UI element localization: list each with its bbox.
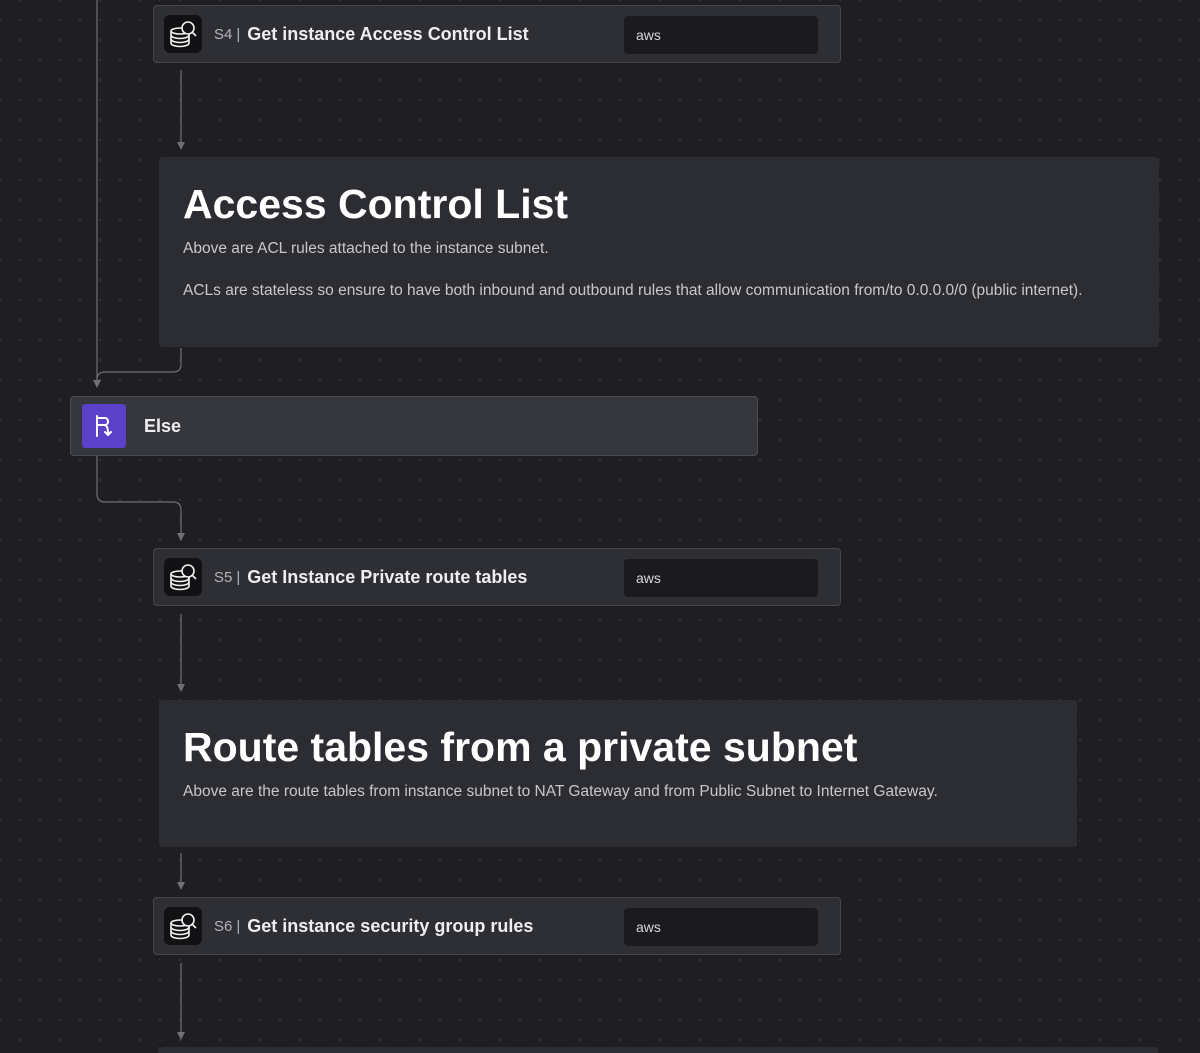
database-search-icon: [164, 558, 202, 596]
step-number: S6: [214, 917, 233, 935]
step-node-s5[interactable]: S5 | Get Instance Private route tables a…: [153, 548, 841, 606]
step-title: Get instance security group rules: [247, 915, 534, 936]
step-number: S5: [214, 568, 233, 586]
database-search-icon: [164, 907, 202, 945]
note-paragraph: Above are the route tables from instance…: [183, 783, 938, 800]
integration-tag[interactable]: aws: [624, 559, 818, 597]
step-title: Get Instance Private route tables: [247, 566, 528, 587]
branch-label: Else: [144, 415, 182, 436]
note-paragraph: Above are ACL rules attached to the inst…: [183, 240, 549, 257]
integration-tag[interactable]: aws: [624, 16, 818, 54]
note-card-route-tables[interactable]: Route tables from a private subnet Above…: [159, 700, 1077, 847]
connector-acl-note-to-else: [96, 348, 182, 381]
next-node-partial[interactable]: [158, 1047, 1158, 1053]
branch-icon: [82, 404, 126, 448]
note-heading: Access Control List: [183, 181, 569, 227]
else-branch-node[interactable]: Else: [70, 396, 758, 456]
note-card-acl[interactable]: Access Control List Above are ACL rules …: [159, 157, 1159, 347]
integration-tag[interactable]: aws: [624, 908, 818, 946]
step-node-s4[interactable]: S4 | Get instance Access Control List aw…: [153, 5, 841, 63]
step-separator: |: [236, 25, 241, 43]
step-number: S4: [214, 25, 233, 43]
note-paragraph: ACLs are stateless so ensure to have bot…: [183, 282, 1083, 299]
connector-else-to-s5: [96, 456, 185, 541]
step-node-s6[interactable]: S6 | Get instance security group rules a…: [153, 897, 841, 955]
note-heading: Route tables from a private subnet: [183, 724, 858, 770]
step-separator: |: [236, 917, 241, 935]
database-search-icon: [164, 15, 202, 53]
step-separator: |: [236, 568, 241, 586]
step-title: Get instance Access Control List: [247, 23, 529, 44]
